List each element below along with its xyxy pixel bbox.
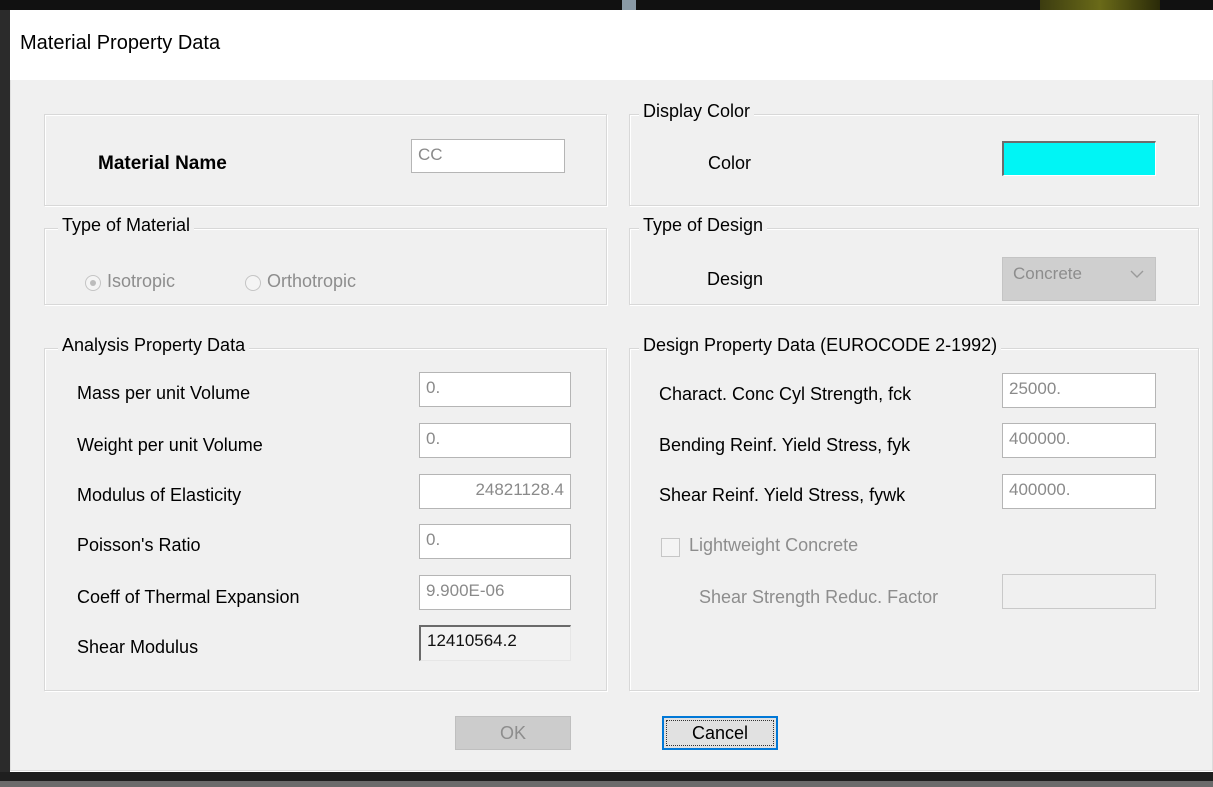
fyk-label: Bending Reinf. Yield Stress, fyk bbox=[659, 435, 911, 455]
modulus-of-elasticity-label: Modulus of Elasticity bbox=[77, 485, 242, 505]
background-app-edge bbox=[0, 10, 10, 787]
modulus-of-elasticity-input[interactable]: 24821128.4 bbox=[419, 474, 571, 509]
color-label: Color bbox=[708, 153, 752, 173]
background-app-edge bbox=[0, 772, 1213, 787]
poissons-ratio-input[interactable]: 0. bbox=[419, 524, 571, 559]
fywk-label: Shear Reinf. Yield Stress, fywk bbox=[659, 485, 906, 505]
isotropic-label: Isotropic bbox=[107, 271, 176, 291]
orthotropic-radio[interactable] bbox=[245, 275, 261, 291]
weight-per-unit-volume-label: Weight per unit Volume bbox=[77, 435, 263, 455]
type-of-material-group-title: Type of Material bbox=[58, 215, 195, 236]
design-property-group-title: Design Property Data (EUROCODE 2-1992) bbox=[639, 335, 1002, 356]
cancel-button[interactable]: Cancel bbox=[662, 716, 778, 750]
fck-label: Charact. Conc Cyl Strength, fck bbox=[659, 384, 912, 404]
color-swatch-button[interactable] bbox=[1002, 141, 1156, 176]
ok-button[interactable]: OK bbox=[455, 716, 571, 750]
background-app-edge bbox=[0, 0, 1213, 10]
chevron-down-icon bbox=[1130, 270, 1144, 278]
design-label: Design bbox=[707, 269, 764, 289]
shear-modulus-label: Shear Modulus bbox=[77, 637, 199, 657]
coeff-thermal-expansion-label: Coeff of Thermal Expansion bbox=[77, 587, 300, 607]
weight-per-unit-volume-input[interactable]: 0. bbox=[419, 423, 571, 458]
analysis-property-group-title: Analysis Property Data bbox=[58, 335, 250, 356]
fck-input[interactable]: 25000. bbox=[1002, 373, 1156, 408]
type-of-material-group bbox=[44, 228, 607, 305]
coeff-thermal-expansion-input[interactable]: 9.900E-06 bbox=[419, 575, 571, 610]
focus-ring bbox=[666, 720, 774, 746]
fywk-input[interactable]: 400000. bbox=[1002, 474, 1156, 509]
dialog-client-area: Material Name CC Display Color Color Typ… bbox=[10, 80, 1213, 771]
isotropic-radio[interactable] bbox=[85, 275, 101, 291]
type-of-design-group-title: Type of Design bbox=[639, 215, 768, 236]
material-name-input[interactable]: CC bbox=[411, 139, 565, 173]
fyk-input[interactable]: 400000. bbox=[1002, 423, 1156, 458]
design-type-select[interactable]: Concrete bbox=[1002, 257, 1156, 301]
material-name-label: Material Name bbox=[98, 153, 227, 174]
shear-strength-reduc-label: Shear Strength Reduc. Factor bbox=[699, 587, 939, 607]
orthotropic-label: Orthotropic bbox=[267, 271, 357, 291]
mass-per-unit-volume-label: Mass per unit Volume bbox=[77, 383, 251, 403]
lightweight-concrete-checkbox[interactable] bbox=[661, 538, 680, 557]
material-property-dialog: Material Property Data Material Name CC … bbox=[10, 10, 1213, 772]
background-fragment bbox=[622, 0, 636, 10]
mass-per-unit-volume-input[interactable]: 0. bbox=[419, 372, 571, 407]
display-color-group-title: Display Color bbox=[639, 101, 755, 122]
radio-selected-dot bbox=[90, 280, 96, 286]
background-fragment bbox=[1040, 0, 1160, 10]
shear-modulus-value: 12410564.2 bbox=[419, 625, 571, 661]
design-type-value: Concrete bbox=[1013, 264, 1082, 283]
poissons-ratio-label: Poisson's Ratio bbox=[77, 535, 201, 555]
dialog-title: Material Property Data bbox=[20, 32, 221, 54]
lightweight-concrete-label: Lightweight Concrete bbox=[689, 535, 859, 555]
shear-strength-reduc-input[interactable] bbox=[1002, 574, 1156, 609]
